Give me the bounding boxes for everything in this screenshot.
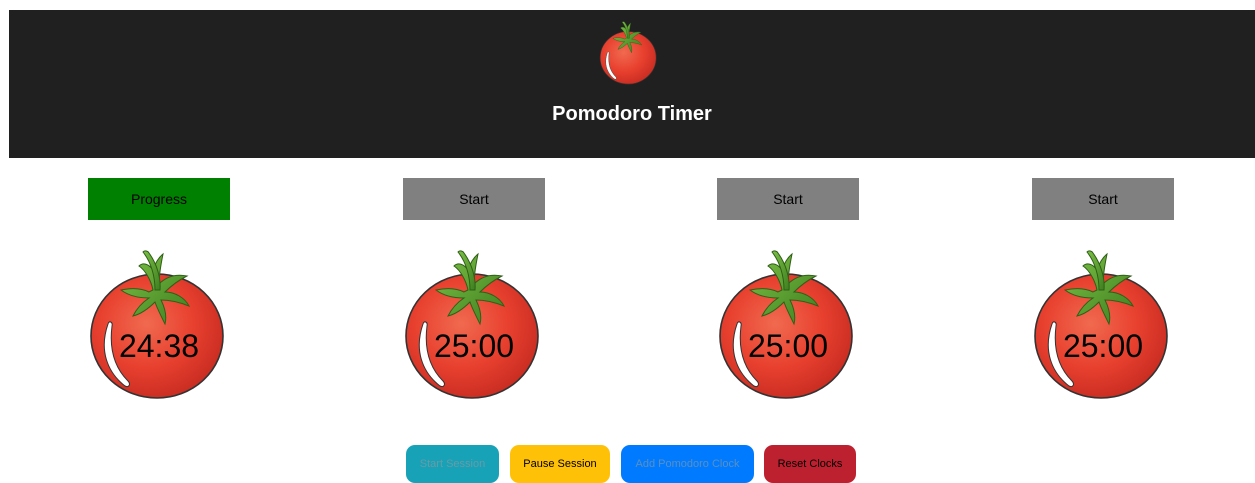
clock-time: 25:00 [433,328,515,364]
tomato-icon [1023,240,1183,400]
clock-state-button[interactable]: Start [403,178,545,220]
page-title: Pomodoro Timer [552,103,712,125]
reset-clocks-button[interactable]: Reset Clocks [764,445,856,483]
add-pomodoro-clock-button[interactable]: Add Pomodoro Clock [621,445,754,483]
start-session-button[interactable]: Start Session [406,445,499,483]
tomato-icon [79,240,239,400]
tomato-icon [708,240,868,400]
clock-time: 24:38 [118,328,200,364]
pomodoro-clock-4: Start 25:00 [1023,178,1183,408]
tomato-icon [394,240,554,400]
pomodoro-clock-1: Progress 24:38 [79,178,239,408]
clock-time: 25:00 [1062,328,1144,364]
clock-state-button[interactable]: Progress [88,178,230,220]
app-header: Pomodoro Timer [9,10,1255,158]
clock-time: 25:00 [747,328,829,364]
tomato-icon [595,15,663,87]
pomodoro-clock-2: Start 25:00 [394,178,554,408]
clock-state-button[interactable]: Start [717,178,859,220]
clock-state-button[interactable]: Start [1032,178,1174,220]
pause-session-button[interactable]: Pause Session [510,445,610,483]
pomodoro-clock-3: Start 25:00 [708,178,868,408]
